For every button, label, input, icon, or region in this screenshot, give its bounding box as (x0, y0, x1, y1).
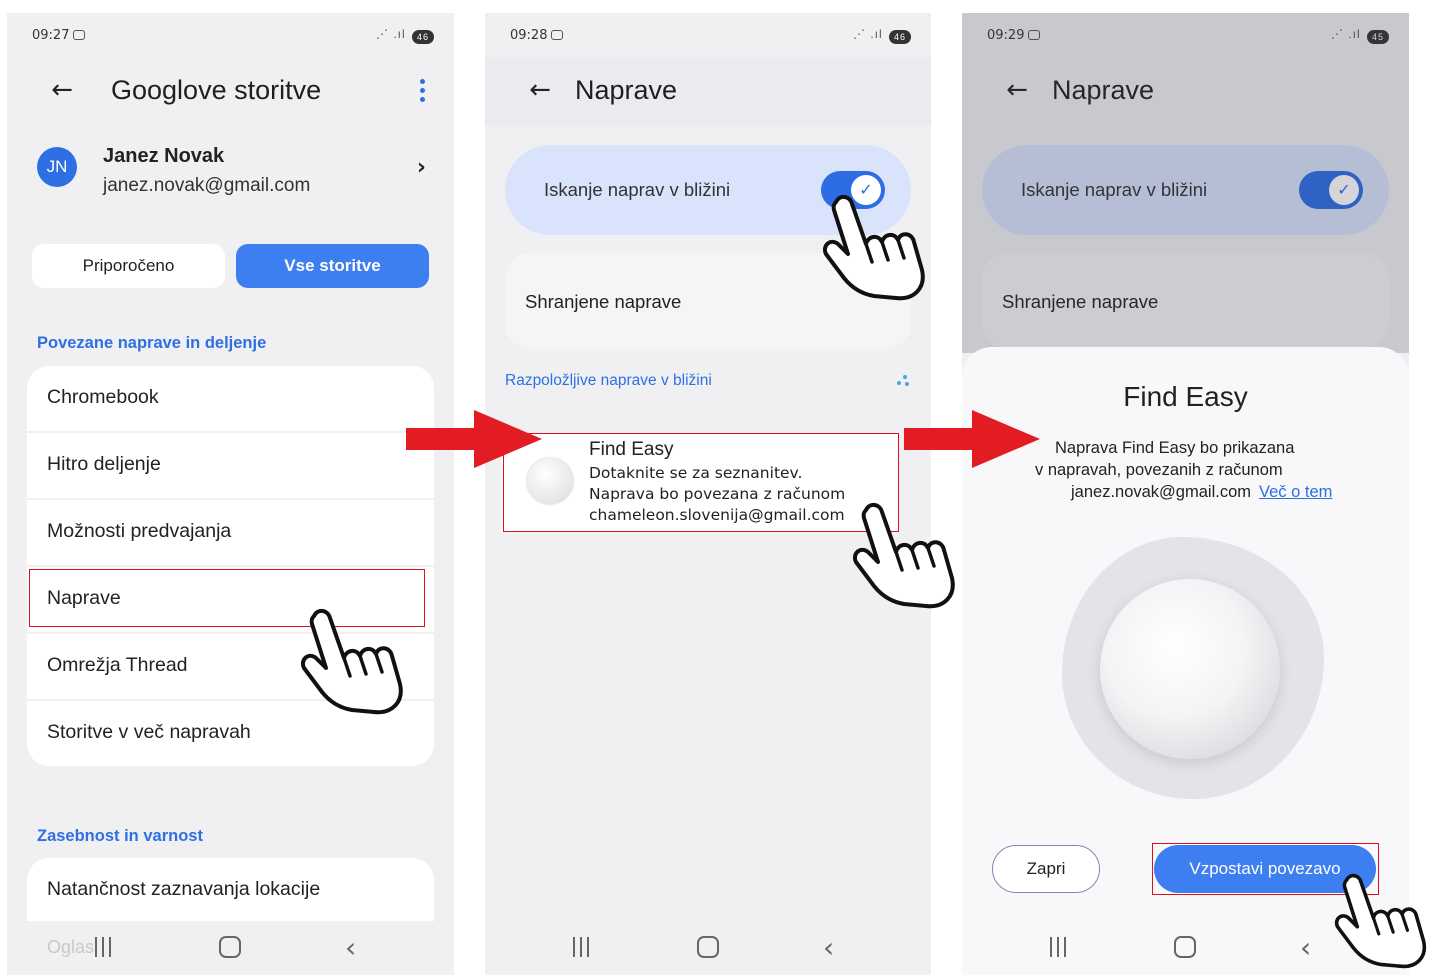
red-arrow-icon (904, 410, 1040, 468)
back-arrow-icon[interactable]: ← (525, 75, 555, 105)
privacy-list: Natančnost zaznavanja lokacije (27, 858, 434, 925)
section-privacy: Zasebnost in varnost (37, 827, 203, 845)
avatar: JN (37, 147, 77, 187)
nearby-scan-label: Iskanje naprav v bližini (544, 179, 731, 200)
app-bar: ← Naprave (485, 57, 931, 125)
back-arrow-icon[interactable]: ← (47, 75, 77, 105)
account-email: janez.novak@gmail.com (103, 175, 311, 196)
pointing-hand-icon (1334, 873, 1427, 969)
close-button[interactable]: Zapri (992, 845, 1100, 893)
list-item-chromebook[interactable]: Chromebook (27, 366, 434, 431)
home-icon[interactable] (697, 936, 719, 958)
nav-back-icon[interactable]: ‹ (1300, 931, 1311, 964)
pointing-hand-icon (301, 609, 403, 715)
system-icons: ⋰ .ıl 46 (853, 27, 911, 44)
home-icon[interactable] (1174, 936, 1196, 958)
recent-apps-icon[interactable] (93, 937, 113, 959)
sheet-text-line2: v napravah, povezanih z računom (1035, 461, 1283, 479)
loading-spinner-icon (897, 375, 909, 387)
recent-apps-icon[interactable] (571, 937, 591, 959)
screen-devices: 09:28 ⋰ .ıl 46 ← Naprave Iskanje naprav … (485, 13, 931, 975)
screen-google-services: 09:27 ⋰ .ıl 46 ← Googlove storitve JN Ja… (7, 13, 454, 975)
list-item-cast-options[interactable]: Možnosti predvajanja (27, 500, 434, 565)
nav-back-icon[interactable]: ‹ (345, 931, 356, 964)
sheet-email: janez.novak@gmail.com (1071, 483, 1251, 501)
list-item-label: Hitro deljenje (47, 453, 161, 475)
battery-icon: 46 (889, 30, 911, 44)
page-title: Naprave (575, 75, 678, 105)
more-vert-icon[interactable] (420, 79, 426, 106)
tab-all-services[interactable]: Vse storitve (236, 244, 429, 288)
section-connected-devices: Povezane naprave in deljenje (37, 334, 267, 352)
screen-pair-dialog: 09:29 ⋰ .ıl 45 ← Naprave Iskanje naprav … (962, 13, 1409, 975)
filter-tabs: Priporočeno Vse storitve (32, 244, 429, 288)
pointing-hand-icon (823, 195, 925, 301)
list-item-label: Storitve v več napravah (47, 721, 251, 743)
list-item-label: Chromebook (47, 386, 159, 408)
sheet-title: Find Easy (1123, 381, 1248, 412)
app-bar: ← Googlove storitve (7, 57, 454, 125)
list-item-label: Natančnost zaznavanja lokacije (47, 878, 321, 900)
screenshot-icon (551, 30, 564, 40)
list-item-label: Možnosti predvajanja (47, 520, 232, 542)
status-time: 09:28 (510, 28, 548, 43)
page-title: Googlove storitve (111, 75, 322, 105)
list-item-location-accuracy[interactable]: Natančnost zaznavanja lokacije (27, 858, 434, 923)
battery-icon: 46 (412, 30, 434, 44)
highlight-box-device (503, 433, 899, 532)
account-row[interactable]: JN Janez Novak janez.novak@gmail.com › (37, 141, 434, 211)
sheet-text-line1: Naprava Find Easy bo prikazana (1055, 439, 1295, 457)
pointing-hand-icon (853, 503, 955, 609)
list-item-quick-share[interactable]: Hitro deljenje (27, 433, 434, 498)
account-name: Janez Novak (103, 145, 225, 167)
screenshot-icon (73, 30, 86, 40)
list-item-label: Omrežja Thread (47, 654, 188, 676)
recent-apps-icon[interactable] (1048, 937, 1068, 959)
navigation-bar: Oglasi ‹ (7, 921, 454, 975)
device-illustration (1100, 579, 1280, 759)
home-icon[interactable] (219, 936, 241, 958)
navigation-bar: ‹ (485, 921, 931, 975)
scrim-overlay (962, 13, 1409, 353)
red-arrow-icon (406, 410, 542, 468)
status-bar: 09:27 ⋰ .ıl 46 (7, 13, 454, 57)
status-bar: 09:28 ⋰ .ıl 46 (485, 13, 931, 57)
saved-devices-label: Shranjene naprave (525, 291, 682, 312)
clipped-list-item: Oglasi (47, 937, 99, 957)
chevron-right-icon: › (416, 155, 426, 180)
nav-back-icon[interactable]: ‹ (823, 931, 834, 964)
learn-more-link[interactable]: Več o tem (1259, 483, 1332, 501)
status-time: 09:27 (32, 28, 70, 43)
section-nearby-devices: Razpoložljive naprave v bližini (505, 372, 712, 389)
tab-recommended[interactable]: Priporočeno (32, 244, 225, 288)
system-icons: ⋰ .ıl 46 (376, 27, 434, 44)
